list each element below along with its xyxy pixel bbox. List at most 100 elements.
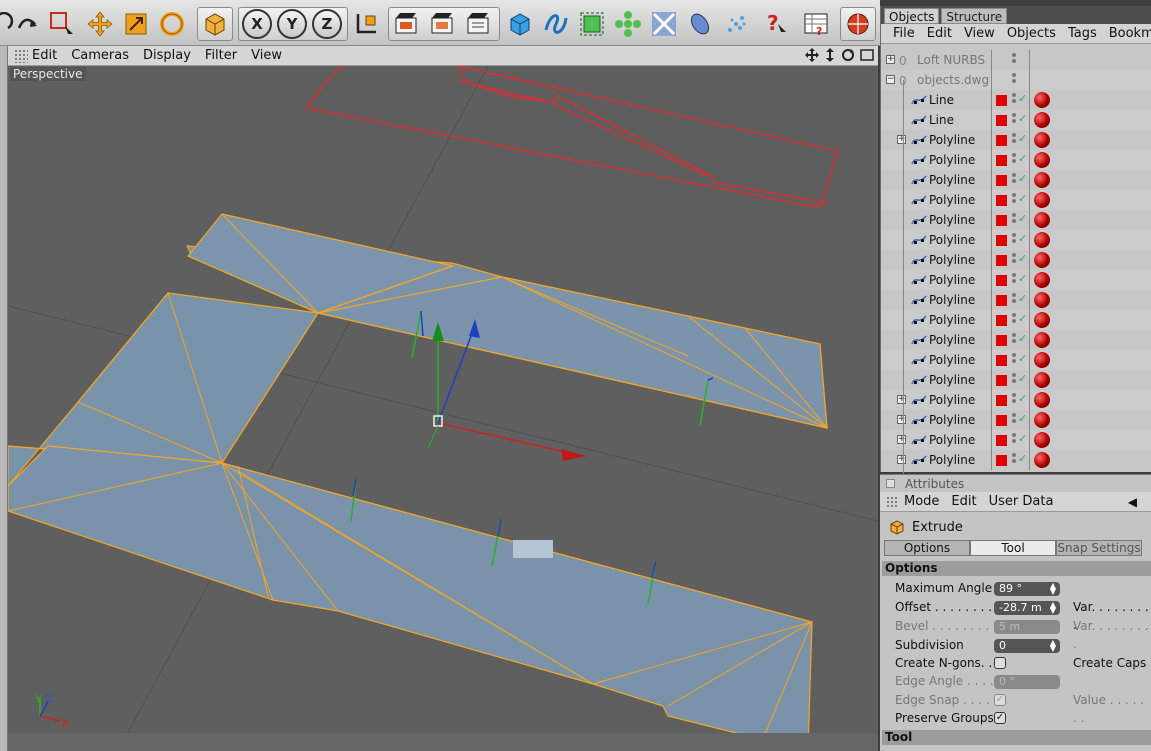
menu-file[interactable]: File <box>893 26 915 41</box>
orbit-icon[interactable] <box>841 48 855 62</box>
options-section-header[interactable]: Options <box>882 561 1151 576</box>
object-row[interactable]: Polyline ✓ <box>881 150 1151 170</box>
object-row[interactable]: −0 objects.dwg <box>881 70 1151 90</box>
visibility-dots-icon[interactable] <box>1012 73 1016 87</box>
offset-field[interactable]: -28.7 m ▲ ▼ <box>994 601 1060 615</box>
tab-tool[interactable]: Tool <box>970 540 1056 556</box>
menu-view[interactable]: View <box>964 26 995 41</box>
layer-color-swatch[interactable] <box>996 215 1007 226</box>
particle-icon[interactable] <box>720 8 752 40</box>
object-name[interactable]: Polyline <box>929 313 975 327</box>
tool-section-header[interactable]: Tool <box>882 730 1151 745</box>
object-name[interactable]: Line <box>929 113 954 127</box>
object-row[interactable]: Line ✓ <box>881 90 1151 110</box>
enabled-check-icon[interactable]: ✓ <box>1018 392 1027 405</box>
z-axis-lock-button[interactable]: Z <box>312 9 342 39</box>
object-row[interactable]: + Polyline ✓ <box>881 450 1151 470</box>
layer-color-swatch[interactable] <box>996 335 1007 346</box>
render-settings-icon[interactable] <box>462 8 494 40</box>
spinner-icon[interactable]: ▲ ▼ <box>1050 582 1056 596</box>
layer-color-swatch[interactable] <box>996 395 1007 406</box>
layer-color-swatch[interactable] <box>996 355 1007 366</box>
viewport-menu-edit[interactable]: Edit <box>32 48 57 63</box>
material-tag-icon[interactable] <box>1034 232 1050 248</box>
expand-toggle-icon[interactable]: + <box>897 415 906 424</box>
layer-color-swatch[interactable] <box>996 135 1007 146</box>
object-row[interactable]: + Polyline ✓ <box>881 430 1151 450</box>
visibility-dots-icon[interactable] <box>1012 293 1016 307</box>
nurbs-icon[interactable] <box>576 8 608 40</box>
layer-color-swatch[interactable] <box>996 95 1007 106</box>
viewport-menu-view[interactable]: View <box>251 48 282 63</box>
expand-toggle-icon[interactable]: + <box>897 435 906 444</box>
layer-color-swatch[interactable] <box>996 295 1007 306</box>
cube-object-mode-icon[interactable] <box>199 8 231 40</box>
visibility-dots-icon[interactable] <box>1012 413 1016 427</box>
expand-toggle-icon[interactable]: + <box>897 395 906 404</box>
object-name[interactable]: Polyline <box>929 273 975 287</box>
object-name[interactable]: Polyline <box>929 133 975 147</box>
subdivision-field[interactable]: 0 ▲ ▼ <box>994 639 1060 653</box>
object-name[interactable]: Polyline <box>929 353 975 367</box>
visibility-dots-icon[interactable] <box>1012 213 1016 227</box>
material-tag-icon[interactable] <box>1034 432 1050 448</box>
object-name[interactable]: Loft NURBS <box>917 53 985 67</box>
menu-objects[interactable]: Objects <box>1007 26 1056 41</box>
material-tag-icon[interactable] <box>1034 312 1050 328</box>
object-row[interactable]: Polyline ✓ <box>881 190 1151 210</box>
spline-icon[interactable] <box>540 8 572 40</box>
object-row[interactable]: + Polyline ✓ <box>881 410 1151 430</box>
enabled-check-icon[interactable]: ✓ <box>1018 172 1027 185</box>
layer-color-swatch[interactable] <box>996 375 1007 386</box>
preserve-groups-checkbox[interactable]: ✓ <box>994 712 1006 724</box>
object-row[interactable]: + Polyline ✓ <box>881 130 1151 150</box>
enabled-check-icon[interactable]: ✓ <box>1018 92 1027 105</box>
object-row[interactable]: Line ✓ <box>881 110 1151 130</box>
enabled-check-icon[interactable]: ✓ <box>1018 332 1027 345</box>
material-tag-icon[interactable] <box>1034 192 1050 208</box>
enabled-check-icon[interactable]: ✓ <box>1018 372 1027 385</box>
coordinate-system-icon[interactable] <box>350 8 382 40</box>
enabled-check-icon[interactable]: ✓ <box>1018 292 1027 305</box>
enabled-check-icon[interactable]: ✓ <box>1018 132 1027 145</box>
spinner-icon[interactable]: ▲ ▼ <box>1050 639 1056 653</box>
menu-bookmarks[interactable]: Bookm <box>1109 26 1151 41</box>
layer-color-swatch[interactable] <box>996 315 1007 326</box>
object-name[interactable]: Polyline <box>929 213 975 227</box>
material-tag-icon[interactable] <box>1034 152 1050 168</box>
visibility-dots-icon[interactable] <box>1012 253 1016 267</box>
scale-tool-icon[interactable] <box>120 8 152 40</box>
enabled-check-icon[interactable]: ✓ <box>1018 192 1027 205</box>
expand-toggle-icon[interactable]: + <box>897 135 906 144</box>
spinner-icon[interactable]: ▲ ▼ <box>1050 601 1056 615</box>
back-arrow-icon[interactable]: ◀ <box>1128 495 1137 509</box>
object-row[interactable]: Polyline ✓ <box>881 250 1151 270</box>
object-row[interactable]: Polyline ✓ <box>881 230 1151 250</box>
object-row[interactable]: Polyline ✓ <box>881 350 1151 370</box>
visibility-dots-icon[interactable] <box>1012 433 1016 447</box>
material-tag-icon[interactable] <box>1034 112 1050 128</box>
zoom-icon[interactable] <box>824 48 836 62</box>
object-row[interactable]: + Polyline ✓ <box>881 390 1151 410</box>
object-name[interactable]: Polyline <box>929 393 975 407</box>
redo-icon[interactable] <box>12 8 44 40</box>
object-name[interactable]: Polyline <box>929 333 975 347</box>
extruded-mesh-bottom-band[interactable] <box>8 445 813 751</box>
object-name[interactable]: Polyline <box>929 253 975 267</box>
y-axis-lock-button[interactable]: Y <box>277 9 307 39</box>
viewport-scene[interactable]: Y Z X <box>8 66 878 751</box>
create-ngons-checkbox[interactable] <box>994 657 1006 669</box>
material-tag-icon[interactable] <box>1034 452 1050 468</box>
enabled-check-icon[interactable]: ✓ <box>1018 252 1027 265</box>
material-tag-icon[interactable] <box>1034 252 1050 268</box>
layer-color-swatch[interactable] <box>996 115 1007 126</box>
perspective-viewport[interactable]: Y Z X Perspective <box>8 66 878 751</box>
expand-toggle-icon[interactable]: + <box>886 55 895 64</box>
object-row[interactable]: Polyline ✓ <box>881 270 1151 290</box>
visibility-dots-icon[interactable] <box>1012 193 1016 207</box>
layer-color-swatch[interactable] <box>996 195 1007 206</box>
layer-color-swatch[interactable] <box>996 155 1007 166</box>
tab-objects[interactable]: Objects <box>884 8 940 24</box>
visibility-dots-icon[interactable] <box>1012 93 1016 107</box>
menu-edit[interactable]: Edit <box>927 26 952 41</box>
